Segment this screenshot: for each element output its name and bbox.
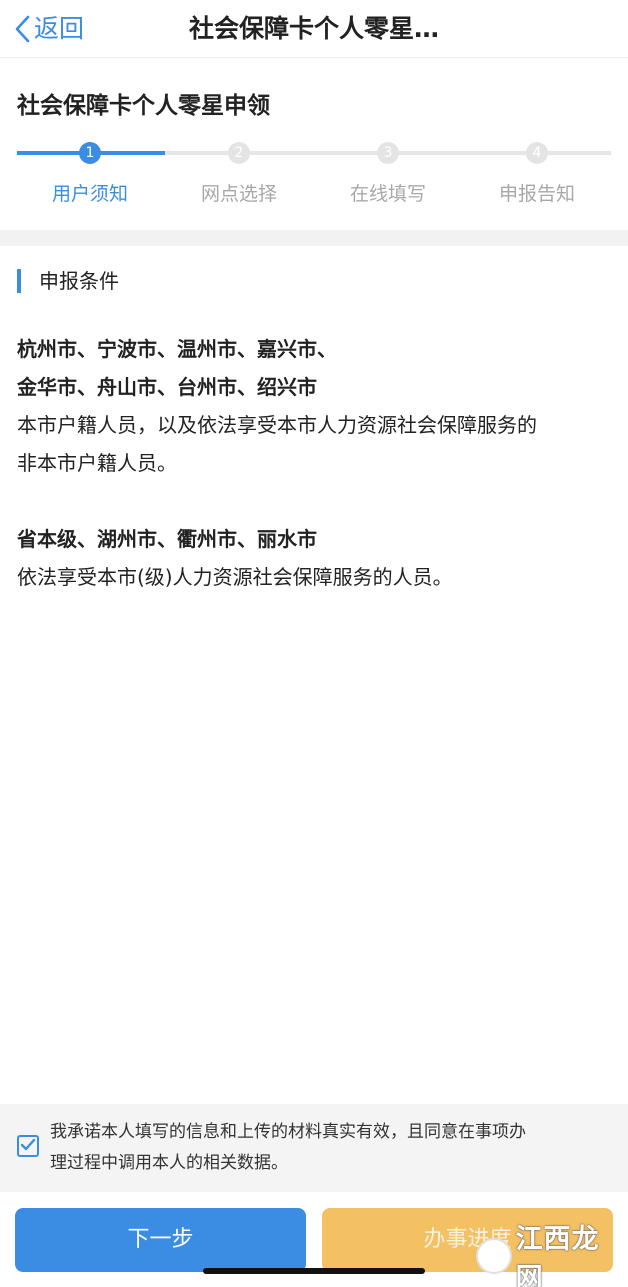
condition-line: 省本级、湖州市、衢州市、丽水市 (17, 527, 317, 551)
conditions-content: 申报条件 杭州市、宁波市、温州市、嘉兴市、 金华市、舟山市、台州市、绍兴市 本市… (0, 246, 628, 1104)
section-divider (0, 230, 628, 246)
step-4[interactable]: 4 申报告知 (462, 142, 612, 206)
condition-line: 本市户籍人员，以及依法享受本市人力资源社会保障服务的 (17, 413, 537, 437)
agreement-checkbox[interactable] (17, 1135, 39, 1157)
agreement-text-line: 我承诺本人填写的信息和上传的材料真实有效，且同意在事项办 (50, 1122, 526, 1142)
agreement-text: 我承诺本人填写的信息和上传的材料真实有效，且同意在事项办 理过程中调用本人的相关… (50, 1117, 620, 1179)
step-3-label: 在线填写 (349, 183, 426, 205)
footer: 下一步 办事进度 江西龙网 (0, 1192, 628, 1287)
condition-line: 非本市户籍人员。 (17, 451, 177, 475)
agreement-bar: 我承诺本人填写的信息和上传的材料真实有效，且同意在事项办 理过程中调用本人的相关… (0, 1104, 628, 1192)
navigation-bar: 返回 社会保障卡个人零星… (0, 0, 628, 58)
page-title: 社会保障卡个人零星申领 (17, 93, 270, 119)
condition-line: 杭州市、宁波市、温州市、嘉兴市、 (17, 337, 337, 361)
progress-stepper: 1 用户须知 2 网点选择 3 在线填写 4 申报告知 (0, 142, 628, 212)
nav-title: 社会保障卡个人零星… (188, 14, 439, 43)
condition-line: 依法享受本市(级)人力资源社会保障服务的人员。 (17, 565, 453, 589)
watermark-logo-icon (476, 1238, 512, 1274)
step-1[interactable]: 1 用户须知 (15, 142, 165, 206)
section-accent-bar (17, 269, 21, 293)
checkmark-icon (20, 1137, 36, 1156)
section-title: 申报条件 (39, 269, 119, 293)
step-3[interactable]: 3 在线填写 (313, 142, 463, 206)
step-2-number: 2 (228, 142, 250, 164)
conditions-text: 杭州市、宁波市、温州市、嘉兴市、 金华市、舟山市、台州市、绍兴市 本市户籍人员，… (17, 330, 617, 596)
step-2[interactable]: 2 网点选择 (164, 142, 314, 206)
step-4-label: 申报告知 (498, 183, 575, 205)
home-indicator[interactable] (203, 1268, 425, 1274)
next-step-button[interactable]: 下一步 (15, 1208, 306, 1272)
condition-line: 金华市、舟山市、台州市、绍兴市 (17, 375, 317, 399)
step-2-label: 网点选择 (200, 183, 277, 205)
step-1-label: 用户须知 (51, 183, 128, 205)
header-section: 社会保障卡个人零星申领 1 用户须知 2 网点选择 3 在线填写 4 申报告知 (0, 58, 628, 230)
step-1-number: 1 (79, 142, 101, 164)
step-4-number: 4 (526, 142, 548, 164)
watermark-text: 江西龙网 (515, 1224, 600, 1287)
back-label: 返回 (34, 14, 85, 43)
step-3-number: 3 (377, 142, 399, 164)
watermark: 江西龙网 (476, 1224, 626, 1287)
section-header: 申报条件 (17, 268, 119, 294)
back-button[interactable]: 返回 (14, 10, 84, 48)
agreement-text-line: 理过程中调用本人的相关数据。 (50, 1153, 288, 1173)
chevron-left-icon (14, 15, 30, 43)
